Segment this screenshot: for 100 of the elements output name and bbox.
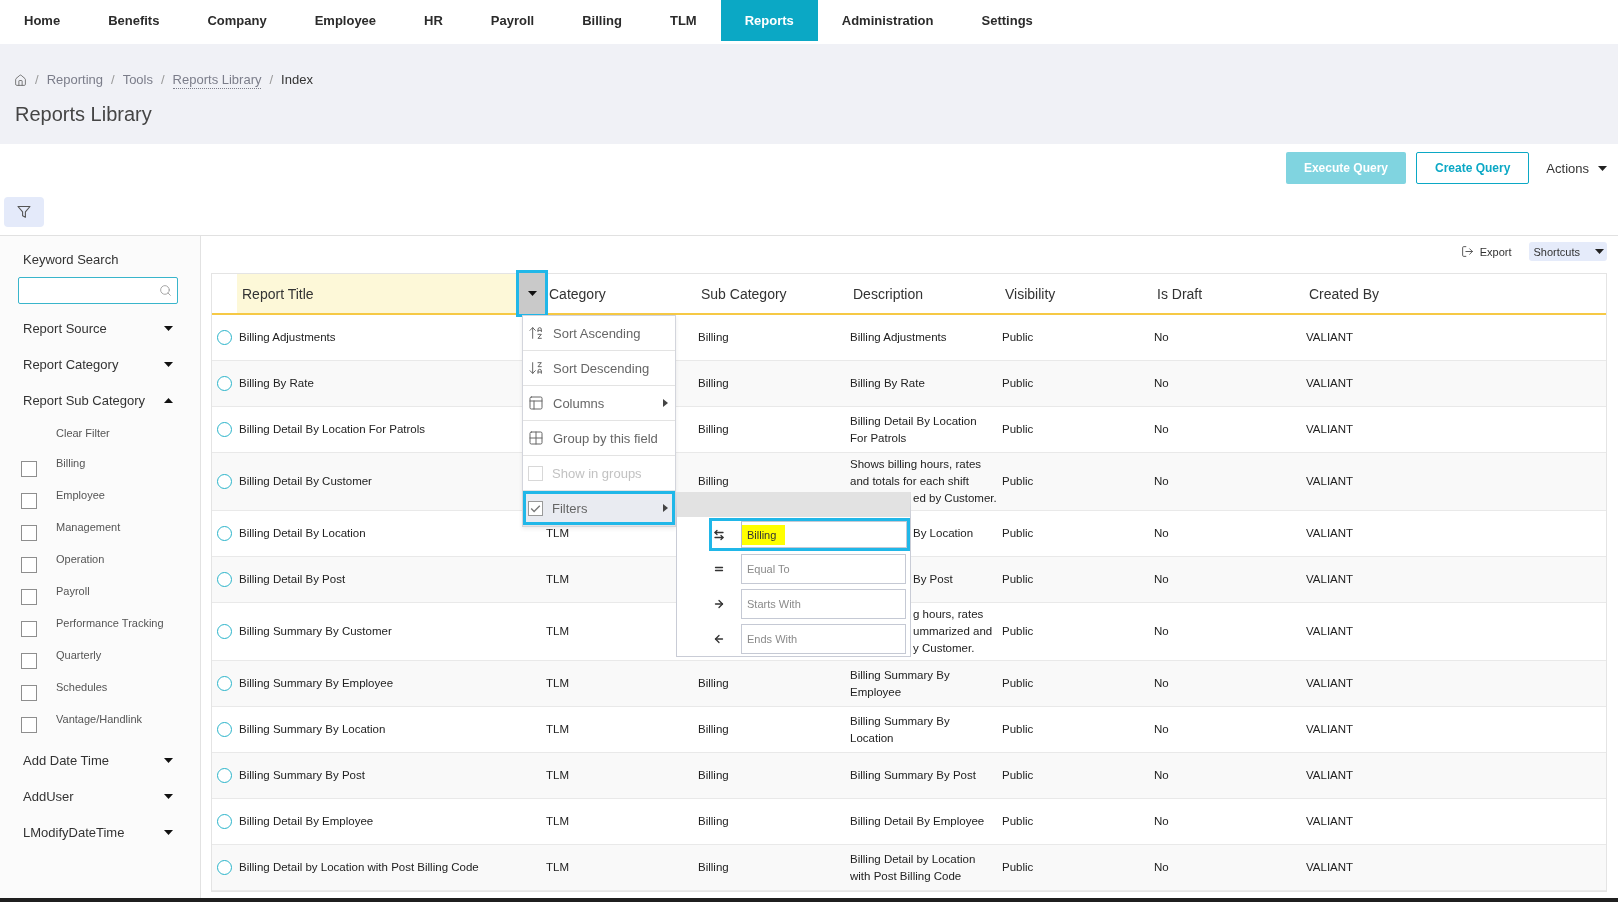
shortcuts-dropdown[interactable]: Shortcuts [1528, 242, 1607, 261]
table-cell-text: No [1154, 768, 1169, 783]
radio-button[interactable] [217, 624, 232, 639]
table-cell-text: Billing Detail By Customer [238, 474, 372, 489]
table-cell-text: Billing [698, 474, 729, 489]
radio-button[interactable] [217, 814, 232, 829]
radio-button[interactable] [217, 330, 232, 345]
checkbox[interactable] [21, 557, 37, 573]
caret-down-icon [164, 793, 173, 799]
table-cell-text: Billing Detail By Post [238, 572, 346, 587]
nav-tab[interactable]: Employee [290, 0, 401, 41]
filter-section-toggle[interactable]: LModifyDateTime [0, 814, 200, 850]
radio-button[interactable] [217, 768, 232, 783]
table-cell-text: VALIANT [1306, 814, 1354, 829]
table-cell-text: Public [1002, 526, 1034, 541]
breadcrumb-current: Index [281, 71, 313, 89]
table-cell-text: No [1154, 474, 1169, 489]
table-cell-text: TLM [546, 572, 569, 587]
checkbox-label: Schedules [56, 681, 108, 694]
table-cell-text: Public [1002, 860, 1034, 875]
column-menu-trigger[interactable] [516, 270, 548, 317]
table-cell-text: Billing [698, 814, 729, 829]
checkbox-label: Management [56, 521, 121, 534]
checkbox[interactable] [21, 685, 37, 701]
radio-button[interactable] [217, 422, 232, 437]
filter-section-toggle[interactable]: Report Category [0, 346, 200, 382]
table-cell-text: Billing Detail By Location [238, 526, 366, 541]
menu-item[interactable]: Group by this field [523, 421, 675, 456]
filter-section-toggle[interactable]: Report Sub Category [0, 382, 200, 418]
table-cell-text: No [1154, 572, 1169, 587]
table-cell-text: Billing Summary By Location [850, 713, 950, 746]
breadcrumb-link[interactable]: Reports Library [172, 71, 262, 89]
breadcrumb-link[interactable]: Tools [122, 71, 153, 89]
checkbox[interactable] [21, 621, 37, 637]
nav-tab[interactable]: Settings [957, 0, 1057, 41]
filter-section-toggle[interactable]: Add Date Time [0, 742, 200, 778]
table-cell-text: Billing [698, 376, 729, 391]
table-cell-text: Billing Summary By Employee [850, 667, 950, 700]
table-cell-text: Billing [698, 330, 729, 345]
nav-tab[interactable]: TLM [645, 0, 721, 41]
table-cell-text: Billing Adjustments [850, 330, 947, 345]
filter-input[interactable]: Billing [741, 521, 907, 548]
table-cell-text: No [1154, 330, 1169, 345]
radio-button[interactable] [217, 860, 232, 875]
table-cell-text: VALIANT [1306, 860, 1354, 875]
nav-tab[interactable]: Payroll [466, 0, 559, 41]
actions-dropdown[interactable]: Actions [1539, 152, 1607, 184]
search-field[interactable] [18, 277, 178, 304]
checkbox[interactable] [21, 525, 37, 541]
clear-filter-link[interactable]: Clear Filter [56, 418, 110, 448]
checkbox[interactable] [21, 589, 37, 605]
filter-button[interactable] [4, 197, 44, 227]
table-cell-text: TLM [546, 676, 569, 691]
table-cell-text: Billing Detail By Location For Patrols [238, 422, 425, 437]
radio-button[interactable] [217, 572, 232, 587]
nav-tab[interactable]: Company [183, 0, 291, 41]
nav-tab[interactable]: Billing [558, 0, 646, 41]
filter-input[interactable]: Equal To [741, 554, 906, 584]
radio-button[interactable] [217, 676, 232, 691]
table-cell-text: Billing [698, 422, 729, 437]
filter-input[interactable]: Ends With [741, 624, 906, 654]
checkbox[interactable] [21, 493, 37, 509]
radio-button[interactable] [217, 474, 232, 489]
table-cell-text: VALIANT [1306, 422, 1354, 437]
table-cell-text: Shows billing hours, rates and totals for each shift ed by Customer. [850, 457, 997, 506]
menu-item[interactable]: Columns [523, 386, 675, 421]
radio-button[interactable] [217, 722, 232, 737]
filter-section-toggle[interactable]: Report Source [0, 310, 200, 346]
menu-item[interactable]: Sort Descending [523, 351, 675, 386]
caret-down-icon [164, 361, 173, 367]
table-cell-text: No [1154, 526, 1169, 541]
nav-tab[interactable]: HR [400, 0, 467, 41]
column-header: Description [852, 284, 925, 304]
caret-down-icon [164, 757, 173, 763]
caret-down-icon [164, 325, 173, 331]
filter-section-toggle[interactable]: AddUser [0, 778, 200, 814]
checkbox[interactable] [21, 461, 37, 477]
z-a-down-arrow-icon [528, 360, 544, 376]
breadcrumb-separator: / [35, 72, 39, 88]
nav-tab[interactable]: Administration [817, 0, 958, 41]
radio-button[interactable] [217, 526, 232, 541]
menu-item[interactable]: Sort Ascending [523, 316, 675, 351]
export-button[interactable]: Export [1460, 245, 1512, 258]
column-header: Category [548, 284, 607, 304]
checkbox[interactable] [21, 717, 37, 733]
nav-tab[interactable]: Benefits [84, 0, 184, 41]
checkbox-label: Performance Tracking [56, 617, 164, 630]
checkbox-label: Billing [56, 457, 86, 470]
table-cell-text: TLM [546, 624, 569, 639]
filter-input[interactable]: Starts With [741, 589, 906, 619]
nav-tab[interactable]: Home [0, 0, 85, 41]
table-cell-text: No [1154, 860, 1169, 875]
radio-button[interactable] [217, 376, 232, 391]
breadcrumb-link[interactable]: Reporting [46, 71, 103, 89]
filter-icon [17, 205, 31, 219]
table-cell-text: Billing Detail By Employee [238, 814, 374, 829]
table-cell-text: Public [1002, 768, 1034, 783]
checkbox[interactable] [21, 653, 37, 669]
menu-item[interactable]: Filters [523, 491, 675, 526]
home-icon[interactable] [14, 73, 27, 87]
